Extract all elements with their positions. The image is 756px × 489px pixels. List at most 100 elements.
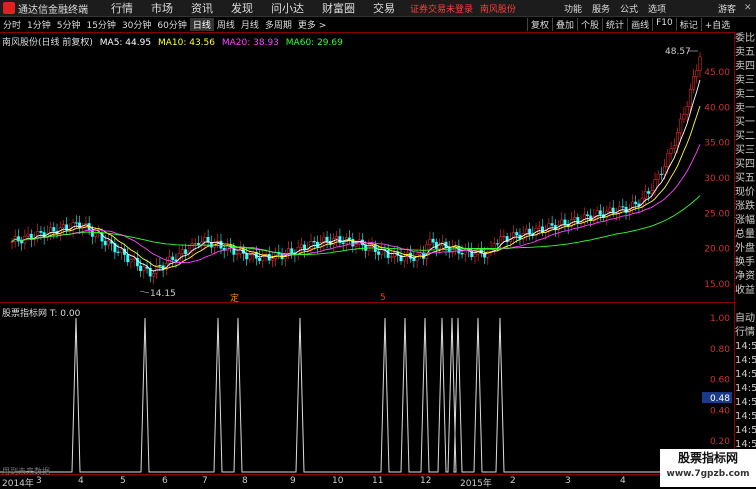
low-price-label: 14.15 bbox=[150, 289, 176, 299]
side-row: 14:5 bbox=[735, 355, 756, 366]
candle-body bbox=[685, 106, 689, 115]
candle-body bbox=[386, 250, 390, 258]
side-row: 委比 bbox=[735, 33, 755, 44]
candle-body bbox=[248, 254, 252, 260]
kline-chart[interactable]: 45.00 40.00 35.00 30.00 25.00 20.00 15.00 48.57… bbox=[0, 0, 756, 487]
candle-body bbox=[656, 173, 660, 180]
candle-body bbox=[380, 249, 384, 255]
candle-body bbox=[119, 248, 123, 253]
side-row: 14:5 bbox=[735, 369, 756, 380]
y-tick-label: 35.00 bbox=[704, 139, 730, 149]
candle-body bbox=[663, 166, 667, 175]
candle-body bbox=[647, 191, 651, 194]
side-row: 总量 bbox=[735, 229, 755, 240]
y-tick-label: 30.00 bbox=[704, 174, 730, 184]
candle-body bbox=[290, 248, 294, 254]
candle-body bbox=[502, 236, 506, 238]
y-tick-label: 20.00 bbox=[704, 245, 730, 255]
candle-body bbox=[563, 219, 567, 225]
candle-body bbox=[152, 273, 155, 277]
sub-y-tick-label: 0.40 bbox=[710, 406, 730, 416]
candle-body bbox=[695, 70, 699, 77]
quote-side-panel: 委比 卖五 卖四 卖三 卖二 卖一 买一 买二 买三 买四 买五 现价 涨跌 涨幅 总量 外盘 换手 净资 收益 自动… bbox=[734, 32, 756, 487]
candle-body bbox=[97, 232, 101, 234]
side-row: 净资 bbox=[735, 271, 755, 282]
candle-body bbox=[463, 248, 467, 255]
candle-body bbox=[402, 256, 406, 262]
candle-body bbox=[560, 219, 564, 226]
candle-body bbox=[235, 253, 239, 255]
candle-body bbox=[470, 250, 474, 257]
candle-body bbox=[524, 228, 528, 234]
y-tick-label: 45.00 bbox=[704, 68, 730, 78]
sub-y-tick-label: 0.20 bbox=[710, 437, 730, 447]
future-data-note: 用到未来数据 bbox=[2, 467, 50, 476]
side-row: 换手 bbox=[735, 257, 755, 268]
candle-body bbox=[460, 252, 464, 255]
side-row: 卖二 bbox=[735, 89, 755, 100]
candle-body bbox=[573, 217, 577, 220]
watermark: 股票指标网 www.7gpzb.com bbox=[660, 449, 756, 487]
candle-body bbox=[499, 236, 503, 245]
side-row bbox=[735, 298, 756, 312]
candle-body bbox=[129, 259, 133, 263]
candle-body bbox=[438, 245, 442, 249]
sub-y-tick-label: 0.80 bbox=[710, 345, 730, 355]
candle-body bbox=[106, 240, 110, 246]
low-pointer bbox=[139, 290, 150, 294]
sub-y-tick-label: 1.00 bbox=[710, 314, 730, 324]
sub-y-tick-label: 0.48 bbox=[710, 394, 730, 404]
candle-body bbox=[39, 231, 43, 233]
candle-body bbox=[303, 244, 307, 251]
side-row: 涨幅 bbox=[735, 215, 755, 226]
candle-body bbox=[377, 251, 380, 255]
candle-body bbox=[78, 222, 81, 229]
side-row: 买三 bbox=[735, 145, 755, 156]
candle-body bbox=[335, 236, 339, 240]
side-row: 14:5 bbox=[735, 397, 756, 408]
x-tick-label: 12 bbox=[420, 476, 432, 486]
candle-body bbox=[473, 253, 477, 257]
side-row: 收益 bbox=[735, 285, 755, 296]
candle-body bbox=[598, 210, 602, 215]
candle-body bbox=[692, 76, 696, 90]
candle-body bbox=[325, 236, 329, 242]
side-row: 卖五 bbox=[735, 47, 755, 58]
y-tick-label: 15.00 bbox=[704, 280, 730, 290]
x-axis: 2014年 3 4 5 6 7 8 9 10 11 12 2015年 2 3 4 bbox=[0, 474, 734, 489]
candle-body bbox=[184, 249, 188, 255]
candle-body bbox=[608, 207, 612, 212]
side-row: 14:5 bbox=[735, 425, 756, 436]
side-row: 买四 bbox=[735, 159, 755, 170]
candle-body bbox=[354, 244, 358, 247]
candle-body bbox=[682, 114, 686, 120]
candle-body bbox=[299, 244, 303, 248]
candle-body bbox=[367, 246, 371, 251]
side-row: 卖三 bbox=[735, 75, 755, 86]
sub-chart-title: 股票指标网 T: 0.00 bbox=[2, 309, 81, 319]
candle-body bbox=[431, 238, 435, 243]
candle-body bbox=[412, 258, 416, 261]
candle-body bbox=[582, 214, 586, 223]
candle-body bbox=[688, 89, 692, 107]
y-tick-label: 40.00 bbox=[704, 103, 730, 113]
candle-body bbox=[650, 190, 654, 194]
candle-body bbox=[132, 257, 136, 260]
candle-body bbox=[274, 251, 278, 259]
side-row: 买五 bbox=[735, 173, 755, 184]
candle-body bbox=[142, 266, 146, 271]
candle-body bbox=[71, 222, 75, 231]
x-tick-label: 3 bbox=[36, 476, 42, 486]
candle-body bbox=[36, 231, 40, 239]
side-row: 买二 bbox=[735, 131, 755, 142]
side-row: 卖四 bbox=[735, 61, 755, 72]
x-tick-label: 6 bbox=[162, 476, 168, 486]
candle-body bbox=[679, 118, 683, 133]
x-tick-label: 11 bbox=[372, 476, 384, 486]
candle-body bbox=[496, 243, 499, 245]
x-tick-label: 10 bbox=[332, 476, 344, 486]
candle-body bbox=[158, 265, 162, 267]
candle-body bbox=[528, 228, 532, 235]
candle-body bbox=[139, 265, 143, 271]
pane-divider[interactable] bbox=[0, 302, 734, 303]
